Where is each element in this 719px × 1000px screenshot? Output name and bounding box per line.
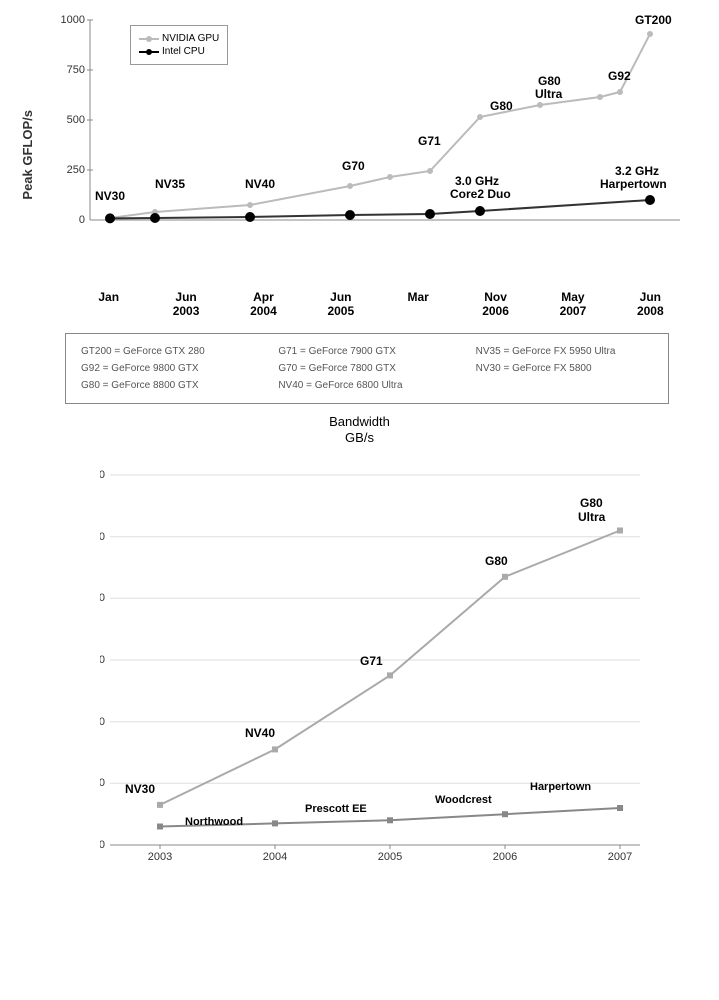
y-tick: 120	[100, 469, 105, 481]
x-tick: Apr2004	[225, 290, 302, 318]
point-label: 3.2 GHz	[615, 164, 659, 178]
legend-entry-cpu: Intel CPU	[139, 46, 219, 57]
gflops-chart: Peak GFLOP/s NVIDIA GPU Intel CPU 0 250 …	[10, 10, 709, 318]
legend-marker-icon	[139, 51, 159, 53]
point-label: G92	[608, 69, 631, 83]
point-label: G71	[360, 654, 383, 668]
y-tick: 100	[100, 531, 105, 543]
point-label: Harpertown	[530, 781, 591, 793]
legend: NVIDIA GPU Intel CPU	[130, 25, 228, 65]
point-label: NV40	[245, 726, 275, 740]
x-tick: 2007	[608, 851, 632, 863]
point-label: Harpertown	[600, 177, 667, 191]
legend-marker-icon	[139, 38, 159, 40]
point-label: G80	[485, 554, 508, 568]
bandwidth-chart: Bandwidth GB/s 0 20 40 60 80 100 120	[10, 414, 709, 895]
point-label: 3.0 GHz	[455, 174, 499, 188]
x-tick: 2006	[493, 851, 517, 863]
y-tick: 20	[100, 777, 105, 789]
gpu-glossary-entry: GT200 = GeForce GTX 280	[81, 346, 258, 357]
legend-entry-gpu: NVIDIA GPU	[139, 33, 219, 44]
point-label: G80	[490, 99, 513, 113]
y-tick: 0	[79, 214, 85, 226]
gpu-glossary-entry: NV35 = GeForce FX 5950 Ultra	[476, 346, 653, 357]
point-label: Northwood	[185, 816, 243, 828]
gpu-glossary-entry: G71 = GeForce 7900 GTX	[278, 346, 455, 357]
y-axis-label: Peak GFLOP/s	[20, 110, 35, 200]
gpu-glossary-entry: G92 = GeForce 9800 GTX	[81, 363, 258, 374]
gpu-glossary-entry: NV40 = GeForce 6800 Ultra	[278, 380, 455, 391]
point-label: NV35	[155, 177, 185, 191]
y-tick: 1000	[61, 14, 85, 26]
x-tick: 2004	[263, 851, 287, 863]
x-tick: 2003	[148, 851, 172, 863]
x-tick: 2005	[378, 851, 402, 863]
point-label: G80	[580, 496, 603, 510]
chart-svg: 0 20 40 60 80 100 120 NV30 NV40 G71 G80 …	[100, 465, 660, 895]
x-tick: Jun2008	[612, 290, 689, 318]
x-tick: Jan	[70, 290, 147, 318]
point-label: Prescott EE	[305, 803, 367, 815]
x-tick: Mar	[380, 290, 457, 318]
x-tick: May2007	[534, 290, 611, 318]
gpu-glossary-table: GT200 = GeForce GTX 280 G71 = GeForce 790…	[65, 333, 669, 404]
x-tick: Jun2003	[147, 290, 224, 318]
y-tick: 250	[67, 164, 85, 176]
y-tick: 500	[67, 114, 85, 126]
point-label: G71	[418, 134, 441, 148]
x-tick: Nov2006	[457, 290, 534, 318]
point-label: NV30	[125, 782, 155, 796]
y-tick: 40	[100, 716, 105, 728]
y-axis-label: Bandwidth GB/s	[10, 414, 709, 445]
point-label: Ultra	[535, 87, 563, 101]
y-tick: 0	[100, 839, 105, 851]
x-axis: Jan Jun2003 Apr2004 Jun2005 Mar Nov2006 …	[70, 290, 689, 318]
point-label: NV40	[245, 177, 275, 191]
point-label: Core2 Duo	[450, 187, 511, 201]
gpu-glossary-entry: NV30 = GeForce FX 5800	[476, 363, 653, 374]
x-tick: Jun2005	[302, 290, 379, 318]
point-label: Ultra	[578, 510, 606, 524]
point-label: G70	[342, 159, 365, 173]
point-label: GT200	[635, 13, 672, 27]
legend-label: Intel CPU	[162, 46, 205, 57]
point-label: Woodcrest	[435, 794, 492, 806]
gpu-glossary-entry: G70 = GeForce 7800 GTX	[278, 363, 455, 374]
point-label: G80	[538, 74, 561, 88]
y-tick: 750	[67, 64, 85, 76]
gpu-glossary-entry: G80 = GeForce 8800 GTX	[81, 380, 258, 391]
y-tick: 60	[100, 654, 105, 666]
point-label: NV30	[95, 189, 125, 203]
legend-label: NVIDIA GPU	[162, 33, 219, 44]
y-tick: 80	[100, 592, 105, 604]
